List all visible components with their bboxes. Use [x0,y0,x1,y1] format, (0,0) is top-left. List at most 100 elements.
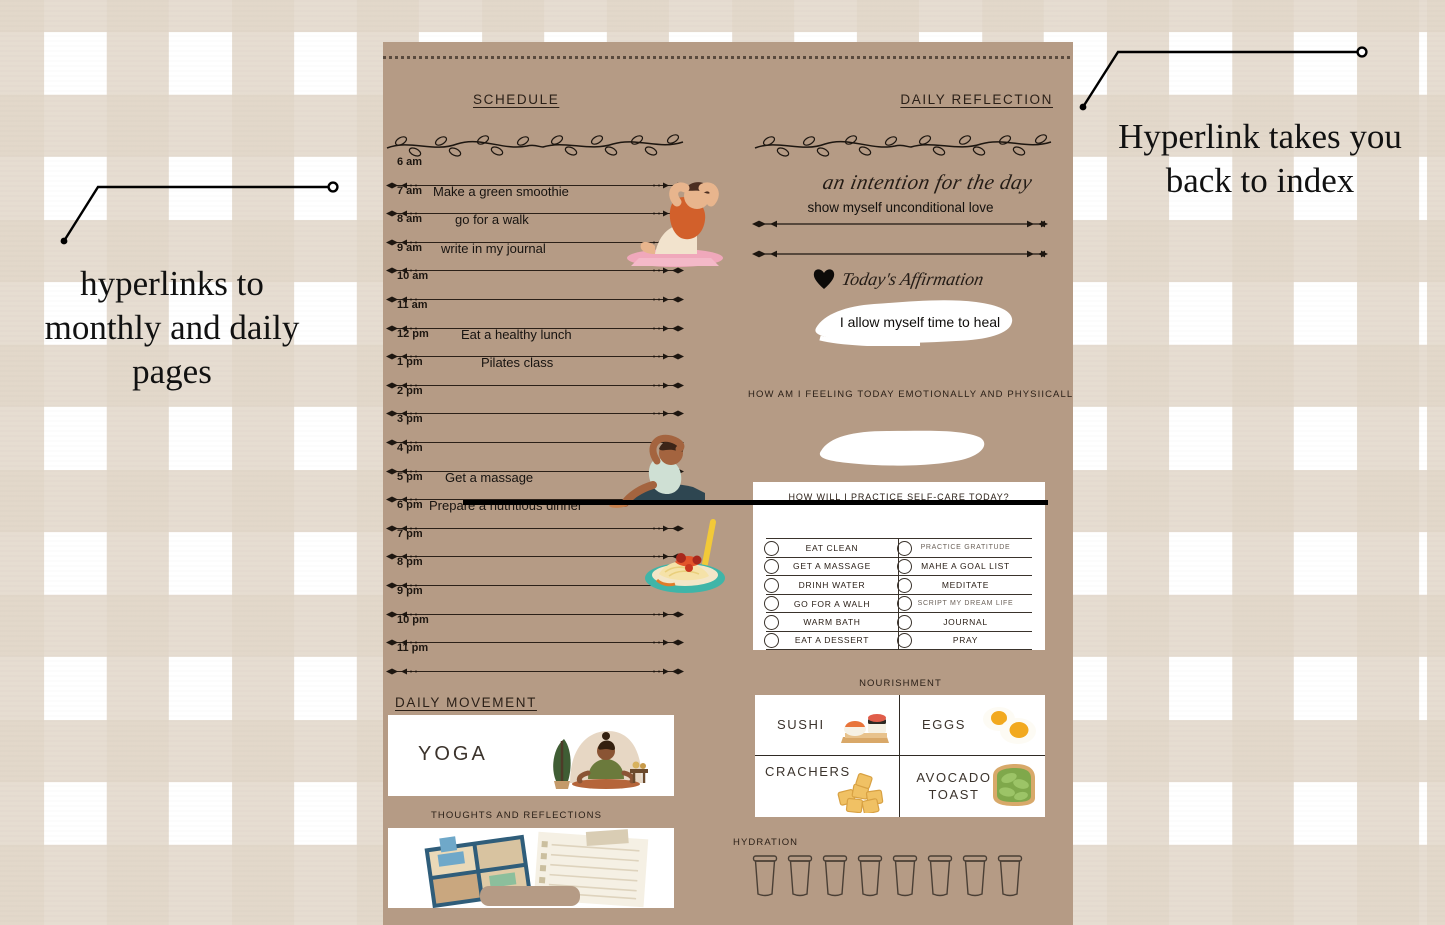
schedule-row-rule [385,404,685,417]
checkbox-circle-icon[interactable] [764,540,779,556]
self-care-item-label: EAT CLEAN [805,542,859,553]
self-care-item-label: GO FOR A WALH [793,598,871,609]
crackers-icon [837,773,884,813]
schedule-task-text[interactable]: Pilates class [481,355,731,370]
schedule-row[interactable]: 12 pm Eat a healthy lunch [383,326,728,360]
hydration-cup-icon[interactable] [822,854,848,898]
nourishment-card[interactable]: SUSHI EGGS CRACHERS AVOCADO TOAST [755,695,1045,817]
schedule-time-label: 12 pm [397,327,429,340]
nourishment-cell-3[interactable]: CRACHERS [755,756,900,817]
checkbox-circle-icon[interactable] [764,559,779,575]
self-care-item[interactable]: EAT A DESSERT [764,630,899,650]
nourishment-item-label: AVOCADO TOAST [916,770,992,802]
ornamental-rule-2 [752,250,1048,258]
checkbox-circle-icon[interactable] [764,633,779,649]
schedule-time-label: 9 pm [397,584,423,597]
sushi-icon [841,714,889,743]
checkbox-circle-icon[interactable] [897,614,912,630]
heart-icon [813,269,835,289]
checkbox-circle-icon[interactable] [897,540,912,556]
page-crossing-black-line [463,500,1048,505]
schedule-row[interactable]: 11 pm [383,640,728,675]
self-care-item-label: PRAY [952,635,979,646]
avocado-toast-icon [993,764,1035,806]
schedule-time-label: 11 am [397,298,428,311]
schedule-time-label: 6 pm [397,499,423,512]
checkbox-circle-icon[interactable] [764,577,779,593]
checkbox-circle-icon[interactable] [897,596,912,612]
schedule-time-label: 6 am [397,156,423,168]
self-care-item[interactable]: MEDITATE [897,575,1032,594]
nourishment-item-label: EGGS [922,716,966,732]
hydration-cup-icon[interactable] [892,854,918,898]
daily-reflection-section: DAILY REFLECTION an intention for the da… [728,42,1073,925]
affirmation-label: Today's Affirmation [840,269,986,289]
intention-value[interactable]: show myself unconditional love [728,200,1073,215]
schedule-row-rule [385,662,685,675]
checkbox-circle-icon[interactable] [764,596,779,612]
self-care-item[interactable]: WARM BATH [764,612,899,631]
daily-movement-activity: YOGA [418,743,488,765]
self-care-item[interactable]: JOURNAL [897,612,1032,631]
checkbox-circle-icon[interactable] [897,559,912,575]
schedule-time-label: 10 am [397,270,429,283]
nourishment-title[interactable]: NOURISHMENT [728,678,1073,689]
hydration-cup-icon[interactable] [997,854,1023,898]
checkbox-circle-icon[interactable] [897,633,912,649]
self-care-item-label: GET A MASSAGE [793,561,871,572]
hydration-cup-icon[interactable] [787,854,813,898]
schedule-row[interactable]: 11 am [383,297,728,332]
hydration-cup-icon[interactable] [857,854,883,898]
daily-reflection-title[interactable]: DAILY REFLECTION [900,92,1053,107]
schedule-row[interactable]: 1 pm Pilates class [383,354,731,389]
self-care-item[interactable]: GO FOR A WALH [764,593,899,613]
schedule-task-text[interactable]: Eat a healthy lunch [461,327,711,342]
self-care-item[interactable]: EAT CLEAN [764,538,899,557]
schedule-row[interactable]: 10 pm [383,612,728,646]
schedule-time-label: 11 pm [397,642,429,655]
self-care-item[interactable]: PRAY [897,630,1032,650]
self-care-item-label: MEDITATE [941,579,990,590]
nourishment-cell-1[interactable]: SUSHI [755,695,900,756]
annotation-left-text: hyperlinks to monthly and daily pages [44,264,300,391]
hydration-cup-icon[interactable] [752,854,778,898]
self-care-item-label: EAT A DESSERT [794,635,870,646]
daily-movement-card[interactable]: YOGA [388,715,674,796]
annotation-right-text: Hyperlink takes you back to index [1118,117,1402,200]
schedule-time-label: 1 pm [397,356,423,369]
hydration-cup-icon[interactable] [962,854,988,898]
schedule-row[interactable]: 2 pm [383,383,728,417]
hydration-cup-icon[interactable] [927,854,953,898]
planner-page: SCHEDULE 6 am 7 am Make a green smoothie… [383,42,1073,925]
schedule-row[interactable]: 10 am [383,268,728,303]
self-care-item-label: MAHE A GOAL LIST [921,561,1010,572]
schedule-time-label: 8 pm [397,556,423,569]
nourishment-cell-2[interactable]: EGGS [900,695,1045,756]
self-care-item-label: DRINH WATER [798,579,866,590]
affirmation-value[interactable]: I allow myself time to heal [800,314,1040,330]
schedule-row-rule [385,605,685,617]
checkbox-circle-icon[interactable] [764,614,779,630]
schedule-row-rule [385,319,685,332]
schedule-time-label: 7 am [397,184,423,197]
self-care-item[interactable]: GET A MASSAGE [764,556,899,576]
self-care-item[interactable]: MAHE A GOAL LIST [897,556,1032,576]
schedule-title[interactable]: SCHEDULE [473,92,559,107]
right-annotation-leader-line [1079,46,1368,111]
self-care-item[interactable]: PRACTICE GRATITUDE [897,538,1032,557]
hydration-title[interactable]: HYDRATION [733,837,798,848]
daily-movement-title[interactable]: DAILY MOVEMENT [395,695,537,710]
hydration-cup-row [752,854,1032,904]
self-care-checklist: EAT CLEAN PRACTICE GRATITUDE GET A MASSAGE… [764,538,1032,650]
thoughts-reflections-card[interactable] [388,828,674,908]
thoughts-reflections-title[interactable]: THOUGHTS AND REFLECTIONS [431,810,602,821]
schedule-time-label: 2 pm [397,384,423,397]
self-care-item[interactable]: DRINH WATER [764,575,899,594]
eggs-icon [983,707,1036,744]
self-care-card[interactable]: HOW WILL I PRACTICE SELF-CARE TODAY? EAT… [753,482,1045,650]
self-care-item[interactable]: SCRIPT MY DREAM LIFE [897,593,1032,613]
checkbox-circle-icon[interactable] [897,577,912,593]
nourishment-cell-4[interactable]: AVOCADO TOAST [900,756,1045,817]
yoga-meditation-illustration-icon [553,731,648,789]
schedule-row-rule [385,376,685,389]
